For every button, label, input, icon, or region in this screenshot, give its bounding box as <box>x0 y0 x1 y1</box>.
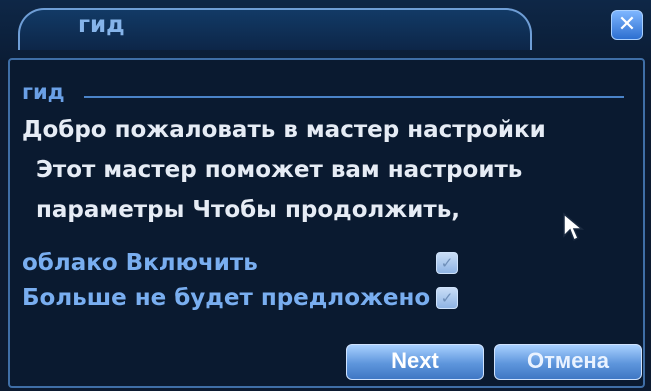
welcome-line-1: Добро пожаловать в мастер настройки <box>22 117 546 143</box>
checkmark-icon: ✓ <box>440 254 454 272</box>
window-title: гид <box>78 12 125 38</box>
wizard-dialog: гид ✕ гид Добро пожаловать в мастер наст… <box>0 0 651 391</box>
welcome-line-2: Этот мастер поможет вам настроить <box>36 157 523 183</box>
section-label: гид <box>22 80 65 104</box>
checkmark-icon: ✓ <box>440 289 454 307</box>
next-button[interactable]: Next <box>346 344 484 380</box>
welcome-line-3: параметры Чтобы продолжить, <box>36 197 460 223</box>
dont-show-again-label: Больше не будет предложено <box>22 285 431 311</box>
cloud-enable-checkbox[interactable]: ✓ <box>436 252 458 274</box>
dont-show-again-checkbox[interactable]: ✓ <box>436 287 458 309</box>
close-button[interactable]: ✕ <box>611 10 643 40</box>
content-panel <box>8 58 645 388</box>
close-icon: ✕ <box>617 12 637 37</box>
mouse-cursor-icon <box>563 212 585 242</box>
cancel-button[interactable]: Отмена <box>494 344 642 380</box>
title-bar: гид ✕ <box>0 0 651 60</box>
section-divider <box>84 96 624 98</box>
cloud-enable-label: облако Включить <box>22 250 258 276</box>
